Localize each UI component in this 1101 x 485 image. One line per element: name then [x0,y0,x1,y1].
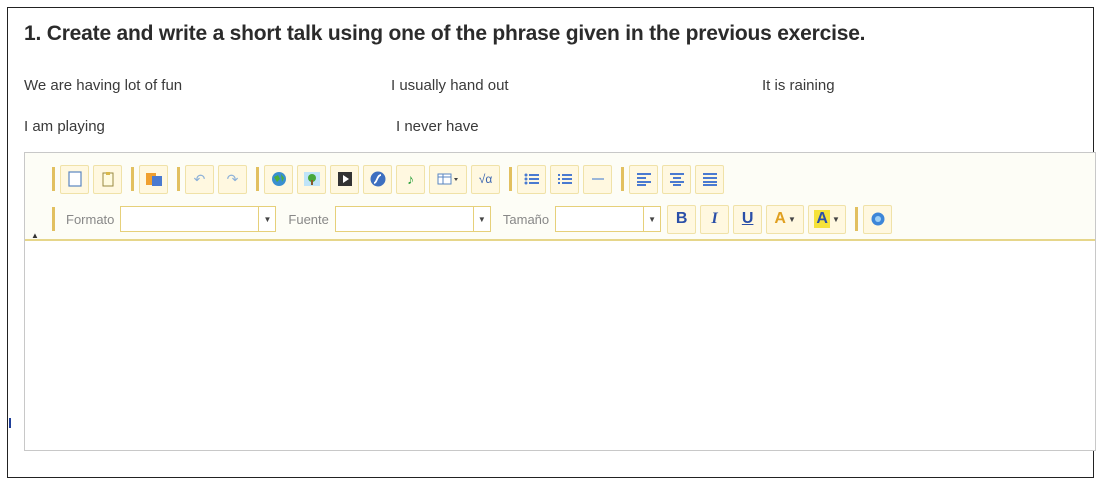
rich-text-editor: ↶ ↷ ♪ √α Formato ▼ Fuente ▼ Tamaño ▼ B I… [24,152,1096,451]
numbered-list-button[interactable] [550,164,579,194]
paste-word-icon [145,173,162,186]
size-value [556,207,643,231]
underline-icon: U [741,210,754,227]
size-label: Tamaño [502,211,550,227]
horizontal-rule-icon [591,178,604,180]
toolbar-separator [52,207,55,231]
editor-toolbar: ↶ ↷ ♪ √α Formato ▼ Fuente ▼ Tamaño ▼ B I… [25,153,1095,241]
image-icon [303,172,320,186]
format-value [121,207,258,231]
insert-link-button[interactable] [264,164,293,194]
font-value [336,207,473,231]
align-justify-icon [702,173,717,186]
insert-formula-button[interactable]: √α [471,164,500,194]
new-document-button[interactable] [60,164,89,194]
toolbar-separator [621,167,624,191]
paste-from-word-button[interactable] [139,164,168,194]
phrase-option: I never have [396,118,479,135]
format-dropdown[interactable]: ▼ [120,206,277,232]
underline-button[interactable]: U [733,204,763,234]
table-icon [437,173,458,185]
font-color-icon: A [774,210,786,227]
undo-button[interactable]: ↶ [185,164,214,194]
insert-audio-button[interactable]: ♪ [396,164,425,194]
chevron-down-icon: ▼ [831,214,840,224]
phrase-option: I usually hand out [391,77,509,94]
collapse-toolbar-icon[interactable]: ▲ [31,231,39,240]
italic-icon: I [711,210,718,227]
toolbar-separator [509,167,512,191]
square-root-icon: √α [478,172,493,186]
new-document-icon [67,171,82,187]
bold-icon: B [675,210,688,227]
chevron-down-icon: ▼ [787,214,796,224]
font-dropdown[interactable]: ▼ [334,206,491,232]
toolbar-separator [177,167,180,191]
exercise-title: 1. Create and write a short talk using o… [24,22,866,45]
music-note-icon: ♪ [407,171,414,187]
redo-icon: ↷ [226,170,239,187]
paste-text-icon [102,172,113,187]
undo-icon: ↶ [193,170,206,187]
chevron-down-icon: ▼ [643,207,660,231]
phrase-option: It is raining [762,77,835,94]
align-center-icon [669,173,684,186]
align-left-icon [636,173,651,186]
toolbar-separator [52,167,55,191]
editor-content-area[interactable] [25,241,1095,450]
redo-button[interactable]: ↷ [218,164,247,194]
paste-text-button[interactable] [93,164,122,194]
toolbar-row-1: ↶ ↷ ♪ √α [47,163,728,195]
chevron-down-icon: ▼ [258,207,275,231]
size-dropdown[interactable]: ▼ [555,206,662,232]
font-color-button[interactable]: A ▼ [766,204,805,234]
toolbar-row-2: Formato ▼ Fuente ▼ Tamaño ▼ B I U A ▼ A … [47,203,896,235]
horizontal-rule-button[interactable] [583,164,612,194]
bold-button[interactable]: B [667,204,697,234]
italic-button[interactable]: I [700,204,730,234]
insert-video-button[interactable] [330,164,359,194]
align-left-button[interactable] [629,164,658,194]
format-label: Formato [66,211,115,227]
phrase-option: I am playing [24,118,105,135]
toolbar-separator [256,167,259,191]
globe-link-icon [271,172,286,186]
bulleted-list-icon [524,173,539,185]
source-view-button[interactable] [863,204,893,234]
align-justify-button[interactable] [695,164,724,194]
source-icon [871,212,885,226]
font-label: Fuente [288,211,329,227]
cursor-marker [9,418,11,428]
chevron-down-icon: ▼ [472,207,490,231]
insert-table-button[interactable] [429,164,467,194]
highlight-color-icon: A [814,210,830,228]
phrase-option: We are having lot of fun [24,77,183,94]
align-center-button[interactable] [662,164,691,194]
flash-icon [370,171,385,187]
background-color-button[interactable]: A ▼ [808,204,847,234]
bulleted-list-button[interactable] [517,164,546,194]
video-icon [337,172,352,186]
toolbar-separator [131,167,134,191]
insert-flash-button[interactable] [363,164,392,194]
insert-image-button[interactable] [297,164,326,194]
numbered-list-icon [557,174,572,184]
toolbar-separator [855,207,859,231]
